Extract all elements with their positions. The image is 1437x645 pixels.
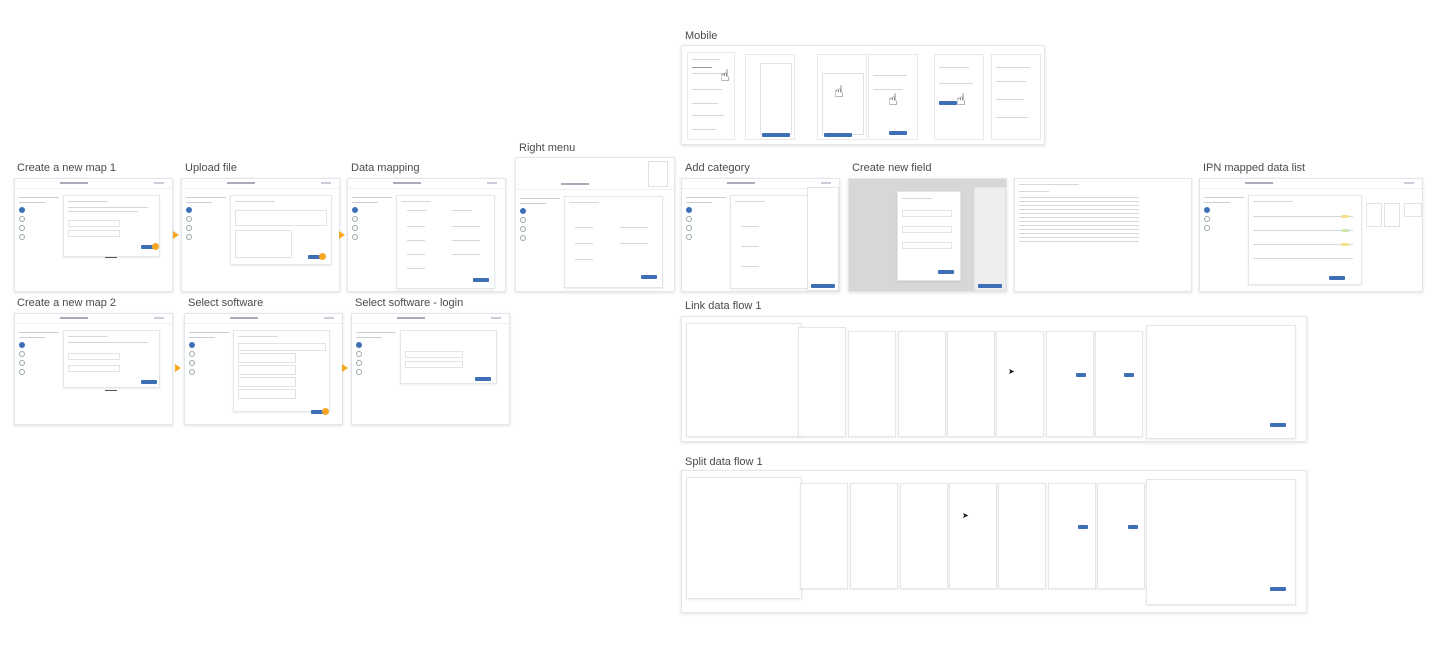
artboard-select-software[interactable] <box>184 313 343 425</box>
label-mobile: Mobile <box>685 30 718 42</box>
artboard-create-map-2[interactable] <box>14 313 173 425</box>
label-create-map-1: Create a new map 1 <box>17 162 117 174</box>
label-data-mapping: Data mapping <box>351 162 420 174</box>
mobile-screen <box>991 54 1041 140</box>
artboard-split-data-flow[interactable]: ➤ <box>681 470 1307 613</box>
label-add-category: Add category <box>685 162 750 174</box>
label-split-data-flow: Split data flow 1 <box>685 456 763 468</box>
artboard-field-table[interactable] <box>1014 178 1192 292</box>
orange-arrow-right-icon <box>173 231 179 239</box>
artboard-upload-file[interactable] <box>181 178 340 292</box>
artboard-add-category[interactable] <box>681 178 840 292</box>
label-upload-file: Upload file <box>185 162 237 174</box>
artboard-create-map-1[interactable] <box>14 178 173 292</box>
artboard-data-mapping[interactable] <box>347 178 506 292</box>
artboard-right-menu[interactable] <box>515 157 675 292</box>
label-create-new-field: Create new field <box>852 162 932 174</box>
label-create-map-2: Create a new map 2 <box>17 297 117 309</box>
label-right-menu: Right menu <box>519 142 576 154</box>
artboard-link-data-flow[interactable]: ➤ <box>681 316 1307 442</box>
pointing-hand-icon: ☝ <box>834 82 844 101</box>
label-select-software: Select software <box>188 297 264 309</box>
mouse-cursor-icon: ➤ <box>1008 367 1015 376</box>
pointing-hand-icon: ☝ <box>956 90 966 109</box>
artboard-create-new-field[interactable] <box>848 178 1007 292</box>
orange-arrow-right-icon <box>175 364 181 372</box>
pointing-hand-icon: ☝ <box>720 66 730 85</box>
artboard-select-software-login[interactable] <box>351 313 510 425</box>
mobile-artboard[interactable]: ☝ ☝ ☝ ☝ <box>681 45 1045 145</box>
label-link-data-flow: Link data flow 1 <box>685 300 762 312</box>
label-select-software-login: Select software - login <box>355 297 464 309</box>
label-ipn-list: IPN mapped data list <box>1203 162 1306 174</box>
pointing-hand-icon: ☝ <box>888 90 898 109</box>
artboard-ipn-list[interactable] <box>1199 178 1423 292</box>
mouse-cursor-icon: ➤ <box>962 511 969 520</box>
orange-arrow-right-icon <box>342 364 348 372</box>
mobile-screen <box>745 54 795 140</box>
orange-arrow-right-icon <box>339 231 345 239</box>
category-dropdown <box>807 187 839 291</box>
